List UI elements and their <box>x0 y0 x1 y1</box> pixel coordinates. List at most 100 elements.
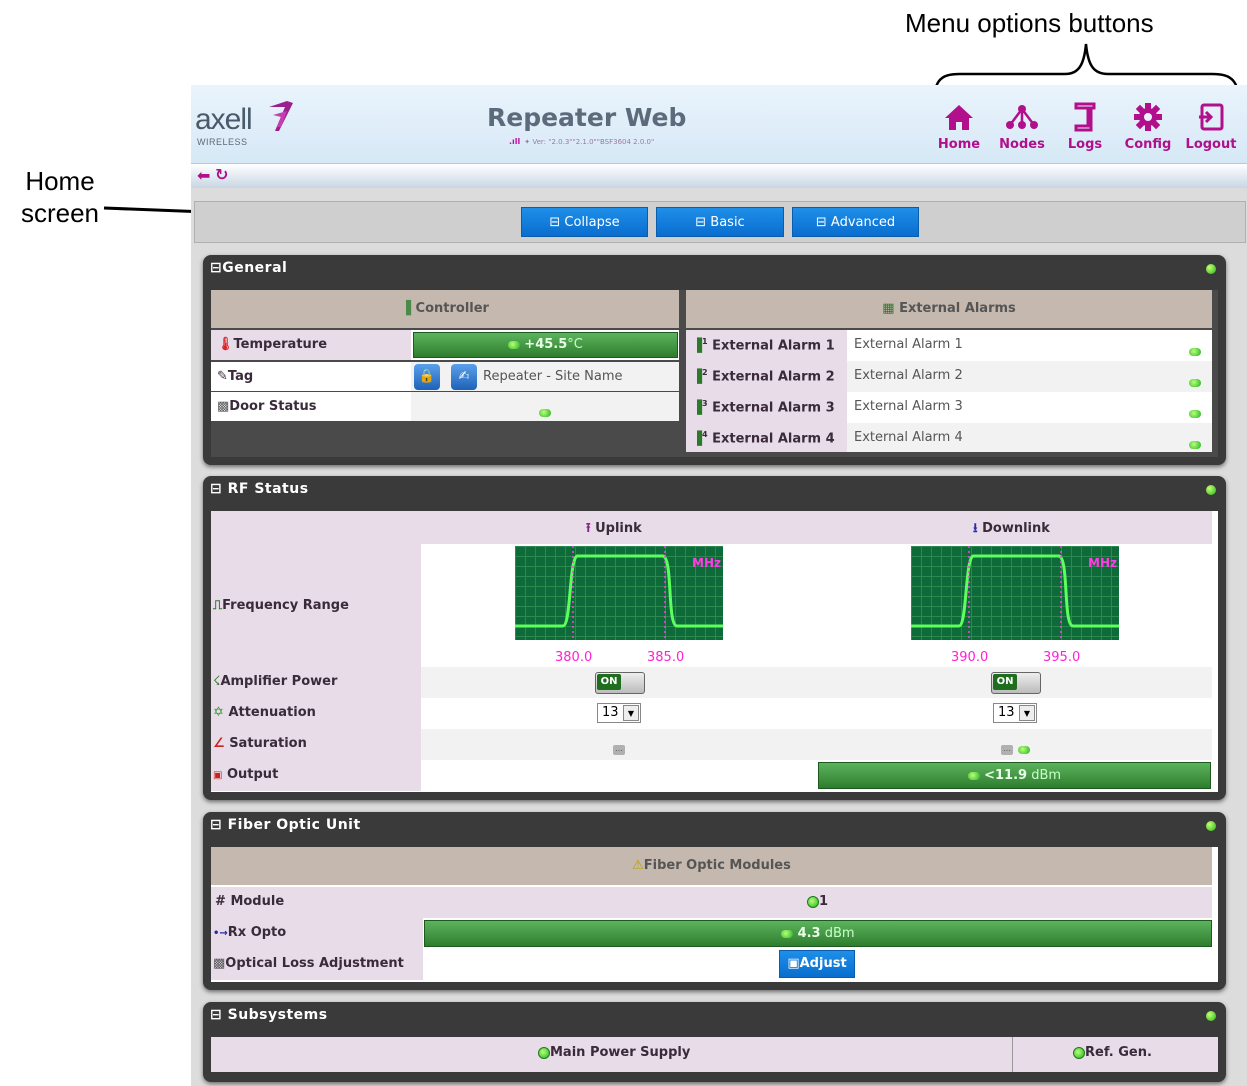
external-alarm-4-label: ▐4 External Alarm 4 <box>692 430 835 447</box>
chevron-down-icon: ▼ <box>1019 705 1035 721</box>
subsystems-panel: ⊟ Subsystems Main Power Supply Ref. Gen. <box>203 1002 1226 1082</box>
module-value: 1 <box>807 894 828 909</box>
uplink-amp-toggle[interactable]: ON <box>595 672 645 694</box>
saturation-icon: ∠ <box>213 736 225 751</box>
module-label: # Module <box>215 894 285 909</box>
status-led <box>1206 264 1216 274</box>
status-led <box>1206 1011 1216 1021</box>
downlink-freq-low: 390.0 <box>951 650 989 665</box>
adjust-icon: ▩ <box>213 956 226 971</box>
fiber-optic-panel: ⊟ Fiber Optic Unit ⚠Fiber Optic Modules … <box>203 812 1226 990</box>
uplink-spectrum: MHz <box>515 546 723 640</box>
saturation-label: ∠ Saturation <box>213 736 307 751</box>
tag-icon: ✎ <box>217 369 228 384</box>
fiber-optic-modules-header: ⚠Fiber Optic Modules <box>211 847 1212 885</box>
fiber-optic-panel-title[interactable]: ⊟ Fiber Optic Unit <box>210 817 361 833</box>
main-power-supply: Main Power Supply <box>538 1045 690 1060</box>
adjust-icon: ▣ <box>787 956 800 971</box>
attenuation-icon: ✡ <box>213 705 224 720</box>
view-toolbar: ⊟ Collapse ⊟ Basic ⊟ Advanced <box>194 201 1246 243</box>
external-alarm-3-led <box>1189 403 1201 422</box>
adjust-button[interactable]: ▣Adjust <box>779 950 855 978</box>
edit-icon: ✍ <box>458 369 470 384</box>
uplink-freq-low: 380.0 <box>555 650 593 665</box>
downlink-header: ⭳ Downlink <box>973 521 1050 536</box>
version-info: .ıll ✦ Ver: "2.0.3""2.1.0""BSF3604 2.0.0" <box>509 137 655 146</box>
uplink-saturation-indicator: … <box>613 743 625 755</box>
downlink-attenuation-select[interactable]: 13 ▼ <box>993 703 1037 723</box>
back-arrow-icon[interactable]: ⬅ <box>197 166 210 185</box>
rx-opto-label: •→Rx Opto <box>213 925 287 940</box>
warning-icon: ⚠ <box>632 858 644 873</box>
ref-gen: Ref. Gen. <box>1073 1045 1152 1060</box>
home-icon <box>929 101 989 133</box>
collapse-button[interactable]: ⊟ Collapse <box>521 207 648 237</box>
repeater-web-app: axell WIRELESS Repeater Web .ıll ✦ Ver: "… <box>191 85 1247 1086</box>
external-alarm-1-label: ▐1 External Alarm 1 <box>692 337 835 354</box>
menu-config-button[interactable]: Config <box>1118 101 1178 152</box>
uplink-header: ⭱ Uplink <box>586 521 642 536</box>
external-alarm-3-value: External Alarm 3 <box>854 399 963 414</box>
edit-tag-button[interactable]: ✍ <box>451 364 477 390</box>
menu-logout-button[interactable]: Logout <box>1181 101 1241 152</box>
output-value: <11.9 dBm <box>818 762 1211 789</box>
logs-icon <box>1055 101 1115 133</box>
temperature-value: +45.5°C <box>413 332 678 358</box>
basic-button[interactable]: ⊟ Basic <box>656 207 784 237</box>
menu-nodes-button[interactable]: Nodes <box>992 101 1052 152</box>
external-alarm-1-led <box>1189 341 1201 360</box>
rx-icon: •→ <box>213 928 228 939</box>
general-panel: ⊟General ▐ Controller 🌡Temperature +45.5… <box>203 255 1226 465</box>
downlink-amp-toggle[interactable]: ON <box>991 672 1041 694</box>
app-title: Repeater Web <box>487 103 687 132</box>
door-status-led <box>539 402 551 421</box>
tag-value: Repeater - Site Name <box>483 369 623 384</box>
rx-opto-value: 4.3 dBm <box>424 920 1212 947</box>
downlink-saturation-indicator: … <box>1001 739 1031 758</box>
downlink-spectrum: MHz <box>911 546 1119 640</box>
home-screen-annotation: Home screen <box>20 166 100 228</box>
door-icon: ▩ <box>217 399 230 414</box>
out-icon: ▣ <box>213 770 223 781</box>
temperature-label: 🌡Temperature <box>217 337 328 352</box>
lock-button[interactable]: 🔒 <box>414 364 440 390</box>
tag-label: ✎Tag <box>217 369 254 384</box>
menu-home-button[interactable]: Home <box>929 101 989 152</box>
menu-logs-button[interactable]: Logs <box>1055 101 1115 152</box>
status-led <box>1206 485 1216 495</box>
advanced-button[interactable]: ⊟ Advanced <box>792 207 919 237</box>
lock-icon: 🔒 <box>418 369 436 384</box>
amplifier-power-label: ☇Amplifier Power <box>213 674 338 689</box>
attenuation-label: ✡ Attenuation <box>213 705 316 720</box>
external-alarm-2-value: External Alarm 2 <box>854 368 963 383</box>
optical-loss-adjustment-label: ▩Optical Loss Adjustment <box>213 956 404 971</box>
general-panel-title[interactable]: ⊟General <box>210 260 287 276</box>
external-alarm-2-label: ▐2 External Alarm 2 <box>692 368 835 385</box>
door-status-label: ▩Door Status <box>217 399 317 414</box>
frequency-range-label: ⎍Frequency Range <box>213 598 349 613</box>
external-alarm-4-led <box>1189 434 1201 453</box>
uplink-icon: ⭱ <box>586 521 591 536</box>
uplink-freq-high: 385.0 <box>647 650 685 665</box>
uplink-attenuation-select[interactable]: 13 ▼ <box>597 703 641 723</box>
rf-status-panel-title[interactable]: ⊟ RF Status <box>210 481 309 497</box>
menu-options-annotation: Menu options buttons <box>905 8 1154 38</box>
nav-bar: ⬅ ↻ <box>191 164 1247 188</box>
gear-icon <box>1118 101 1178 133</box>
controller-header: ▐ Controller <box>211 290 679 328</box>
pulse-icon: ⎍ <box>213 598 223 613</box>
external-alarm-3-label: ▐3 External Alarm 3 <box>692 399 835 416</box>
downlink-freq-high: 395.0 <box>1043 650 1081 665</box>
thermometer-icon: 🌡 <box>217 337 234 352</box>
top-header: axell WIRELESS Repeater Web .ıll ✦ Ver: "… <box>191 85 1247 164</box>
subsystems-panel-title[interactable]: ⊟ Subsystems <box>210 1007 328 1023</box>
output-label: ▣ Output <box>213 767 279 782</box>
external-alarms-header: ▦ External Alarms <box>686 290 1212 328</box>
signal-icon: .ıll <box>509 137 521 146</box>
refresh-icon[interactable]: ↻ <box>215 165 228 184</box>
external-alarm-2-led <box>1189 372 1201 391</box>
downlink-icon: ⭳ <box>973 521 978 536</box>
logout-icon <box>1181 101 1241 133</box>
external-alarm-4-value: External Alarm 4 <box>854 430 963 445</box>
chevron-down-icon: ▼ <box>623 705 639 721</box>
